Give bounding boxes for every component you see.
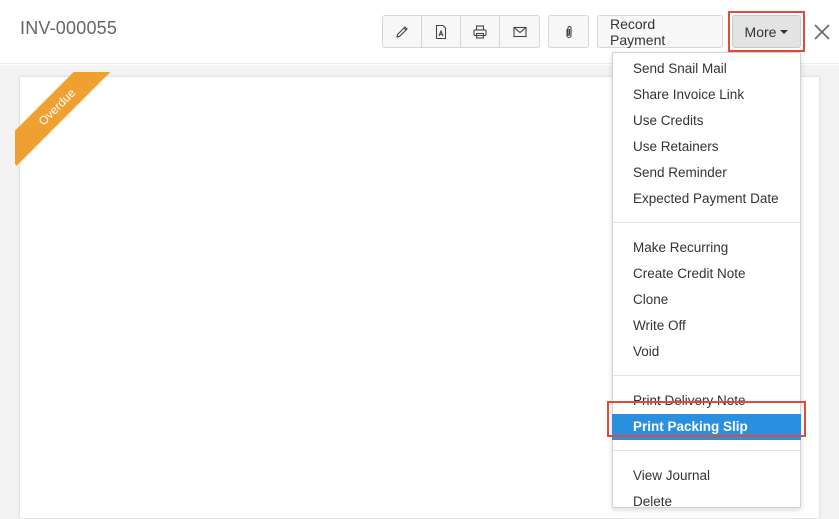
printer-icon bbox=[473, 24, 487, 39]
menu-item-make-recurring[interactable]: Make Recurring bbox=[613, 235, 800, 261]
menu-item-delete[interactable]: Delete bbox=[613, 489, 800, 515]
pdf-icon bbox=[435, 24, 447, 39]
menu-item-use-credits[interactable]: Use Credits bbox=[613, 108, 800, 134]
menu-item-send-reminder[interactable]: Send Reminder bbox=[613, 160, 800, 186]
attachment-group bbox=[548, 15, 589, 48]
menu-item-write-off[interactable]: Write Off bbox=[613, 313, 800, 339]
pencil-icon bbox=[396, 25, 408, 38]
close-icon bbox=[814, 24, 830, 40]
record-payment-button[interactable]: Record Payment bbox=[597, 15, 723, 48]
menu-item-send-snail-mail[interactable]: Send Snail Mail bbox=[613, 56, 800, 82]
pdf-button[interactable] bbox=[422, 16, 461, 47]
menu-item-create-credit-note[interactable]: Create Credit Note bbox=[613, 261, 800, 287]
paperclip-icon bbox=[565, 25, 572, 38]
menu-divider bbox=[613, 222, 800, 223]
menu-item-void[interactable]: Void bbox=[613, 339, 800, 365]
more-button[interactable]: More bbox=[732, 15, 801, 48]
menu-divider bbox=[613, 450, 800, 451]
menu-item-use-retainers[interactable]: Use Retainers bbox=[613, 134, 800, 160]
menu-item-view-journal[interactable]: View Journal bbox=[613, 463, 800, 489]
menu-divider bbox=[613, 375, 800, 376]
close-button[interactable] bbox=[812, 22, 832, 42]
more-dropdown-menu: Send Snail Mail Share Invoice Link Use C… bbox=[612, 52, 801, 509]
menu-item-share-invoice-link[interactable]: Share Invoice Link bbox=[613, 82, 800, 108]
edit-button[interactable] bbox=[383, 16, 422, 47]
menu-item-expected-payment-date[interactable]: Expected Payment Date bbox=[613, 186, 800, 212]
document-actions-group bbox=[382, 15, 540, 48]
more-button-label: More bbox=[744, 23, 777, 40]
caret-down-icon bbox=[780, 29, 789, 34]
print-button[interactable] bbox=[461, 16, 500, 47]
envelope-icon bbox=[512, 26, 527, 37]
email-button[interactable] bbox=[500, 16, 539, 47]
menu-item-print-packing-slip[interactable]: Print Packing Slip bbox=[612, 414, 801, 440]
menu-item-clone[interactable]: Clone bbox=[613, 287, 800, 313]
menu-item-print-delivery-note[interactable]: Print Delivery Note bbox=[613, 388, 800, 414]
invoice-number-title: INV-000055 bbox=[20, 18, 118, 38]
attach-button[interactable] bbox=[549, 16, 588, 47]
